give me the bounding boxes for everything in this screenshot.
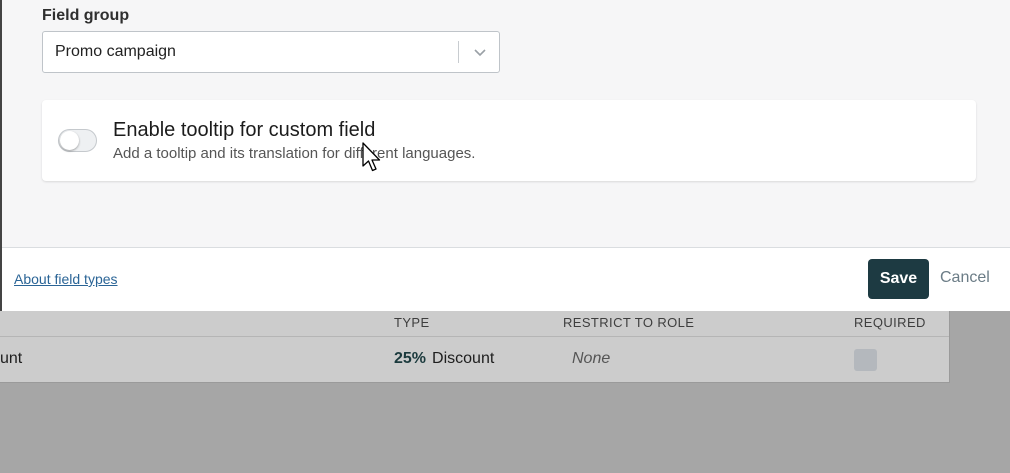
select-separator bbox=[458, 41, 459, 63]
custom-fields-table: TYPE RESTRICT TO ROLE REQUIRED unt 25% Di… bbox=[0, 305, 950, 383]
table-cell-type: 25% Discount bbox=[394, 350, 494, 368]
edit-custom-field-modal: Field group Promo campaign Enable toolti… bbox=[0, 0, 1010, 311]
column-header-restrict-to-role[interactable]: RESTRICT TO ROLE bbox=[563, 315, 694, 330]
save-button[interactable]: Save bbox=[868, 259, 929, 299]
mouse-cursor-icon bbox=[362, 142, 381, 172]
tooltip-settings-card: Enable tooltip for custom field Add a to… bbox=[42, 100, 976, 181]
chevron-down-icon[interactable] bbox=[473, 45, 487, 59]
type-label: Discount bbox=[432, 350, 495, 367]
toggle-knob bbox=[60, 131, 79, 150]
modal-body: Field group Promo campaign Enable toolti… bbox=[2, 0, 1010, 248]
field-group-select[interactable]: Promo campaign bbox=[42, 31, 500, 73]
tooltip-description: Add a tooltip and its translation for di… bbox=[113, 145, 476, 162]
table-divider bbox=[0, 336, 949, 337]
field-group-value: Promo campaign bbox=[55, 43, 176, 60]
field-group-label: Field group bbox=[42, 7, 130, 24]
cancel-button[interactable]: Cancel bbox=[940, 269, 990, 287]
column-header-type[interactable]: TYPE bbox=[394, 315, 430, 330]
percent-type-badge: 25% bbox=[394, 350, 427, 367]
tooltip-title: Enable tooltip for custom field bbox=[113, 119, 376, 141]
required-checkbox[interactable] bbox=[854, 349, 877, 371]
column-header-required[interactable]: REQUIRED bbox=[854, 315, 926, 330]
about-field-types-link[interactable]: About field types bbox=[14, 271, 118, 287]
tooltip-toggle[interactable] bbox=[58, 129, 97, 152]
table-cell-role: None bbox=[572, 350, 611, 367]
table-cell-name: unt bbox=[0, 350, 23, 367]
